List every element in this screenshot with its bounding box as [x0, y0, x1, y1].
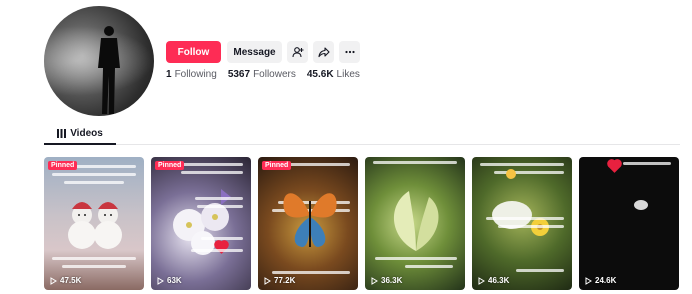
overlay-text-bar	[197, 205, 243, 208]
pinned-badge: Pinned	[262, 161, 292, 170]
view-count-label: 36.3K	[381, 276, 403, 285]
followers-stat[interactable]: 5367 Followers	[228, 69, 296, 80]
tab-videos[interactable]: Videos	[44, 124, 116, 145]
pinned-badge: Pinned	[155, 161, 185, 170]
grid-icon	[57, 129, 67, 138]
overlay-text-bar	[64, 181, 124, 184]
play-icon	[50, 276, 57, 285]
overlay-text-bar	[494, 171, 564, 174]
overlay-text-bar	[272, 271, 350, 274]
view-count-label: 47.5K	[60, 276, 82, 285]
play-icon	[478, 276, 485, 285]
view-count-label: 63K	[167, 276, 182, 285]
overlay-text-bar	[373, 161, 457, 164]
view-count-label: 46.3K	[488, 276, 510, 285]
add-friend-button[interactable]	[287, 41, 308, 63]
profile-tab-bar: Videos	[44, 124, 680, 145]
overlay-text-bar	[195, 197, 243, 200]
overlay-text-bar	[201, 237, 243, 240]
share-icon	[317, 47, 330, 58]
overlay-text-bar	[52, 173, 136, 176]
more-button[interactable]	[339, 41, 360, 63]
following-label: Following	[174, 69, 217, 80]
overlay-text-bar	[181, 171, 243, 174]
play-icon	[264, 276, 271, 285]
following-stat[interactable]: 1 Following	[166, 69, 217, 80]
followers-count: 5367	[227, 69, 251, 80]
more-icon	[344, 50, 355, 54]
view-count: 63K	[157, 276, 182, 285]
view-count: 46.3K	[478, 276, 509, 285]
overlay-text-bar	[516, 269, 564, 272]
profile-avatar[interactable]	[44, 6, 154, 116]
video-tile[interactable]: Pinned 77.2K	[258, 157, 358, 290]
view-count: 24.6K	[585, 276, 616, 285]
overlay-text-bar	[498, 225, 564, 228]
likes-count: 45.6K	[306, 69, 334, 80]
overlay-text-bar	[480, 163, 564, 166]
overlay-text-bar	[191, 249, 243, 252]
add-friend-icon	[291, 47, 303, 58]
likes-label: Likes	[336, 69, 360, 80]
video-tile[interactable]: 46.3K	[472, 157, 572, 290]
tab-videos-label: Videos	[70, 128, 103, 139]
play-icon	[371, 276, 378, 285]
view-count: 36.3K	[371, 276, 402, 285]
overlay-text-bar	[486, 217, 564, 220]
view-count: 77.2K	[264, 276, 295, 285]
video-tile[interactable]: Pinned 63K	[151, 157, 251, 290]
avatar-figure	[98, 26, 120, 114]
video-tile[interactable]: 36.3K	[365, 157, 465, 290]
flower-image	[492, 201, 549, 236]
profile-stats: 1 Following 5367 Followers 45.6K Likes	[166, 69, 360, 80]
video-tile[interactable]: Pinned 47.5K	[44, 157, 144, 290]
followers-label: Followers	[253, 69, 296, 80]
leaf-butterfly-image	[393, 191, 439, 251]
message-button[interactable]: Message	[227, 41, 282, 63]
pinned-badge: Pinned	[48, 161, 78, 170]
overlay-text-bar	[52, 257, 136, 260]
share-button[interactable]	[313, 41, 334, 63]
video-tile[interactable]: 24.6K	[579, 157, 679, 290]
center-glow	[634, 200, 648, 210]
view-count-label: 77.2K	[274, 276, 296, 285]
likes-stat: 45.6K Likes	[307, 69, 360, 80]
flowers-image	[173, 189, 231, 255]
overlay-text-bar	[405, 265, 453, 268]
view-count-label: 24.6K	[595, 276, 617, 285]
following-count: 1	[166, 69, 172, 80]
follow-button[interactable]: Follow	[166, 41, 221, 63]
view-count: 47.5K	[50, 276, 81, 285]
emoji-icon	[506, 169, 516, 179]
heart-emoji	[608, 160, 621, 173]
butterfly-image	[283, 193, 337, 247]
overlay-text-bar	[62, 265, 126, 268]
play-icon	[585, 276, 592, 285]
play-icon	[157, 276, 164, 285]
overlay-text-bar	[375, 257, 457, 260]
snowmen-image	[68, 202, 122, 249]
overlay-text-bar	[623, 162, 671, 165]
